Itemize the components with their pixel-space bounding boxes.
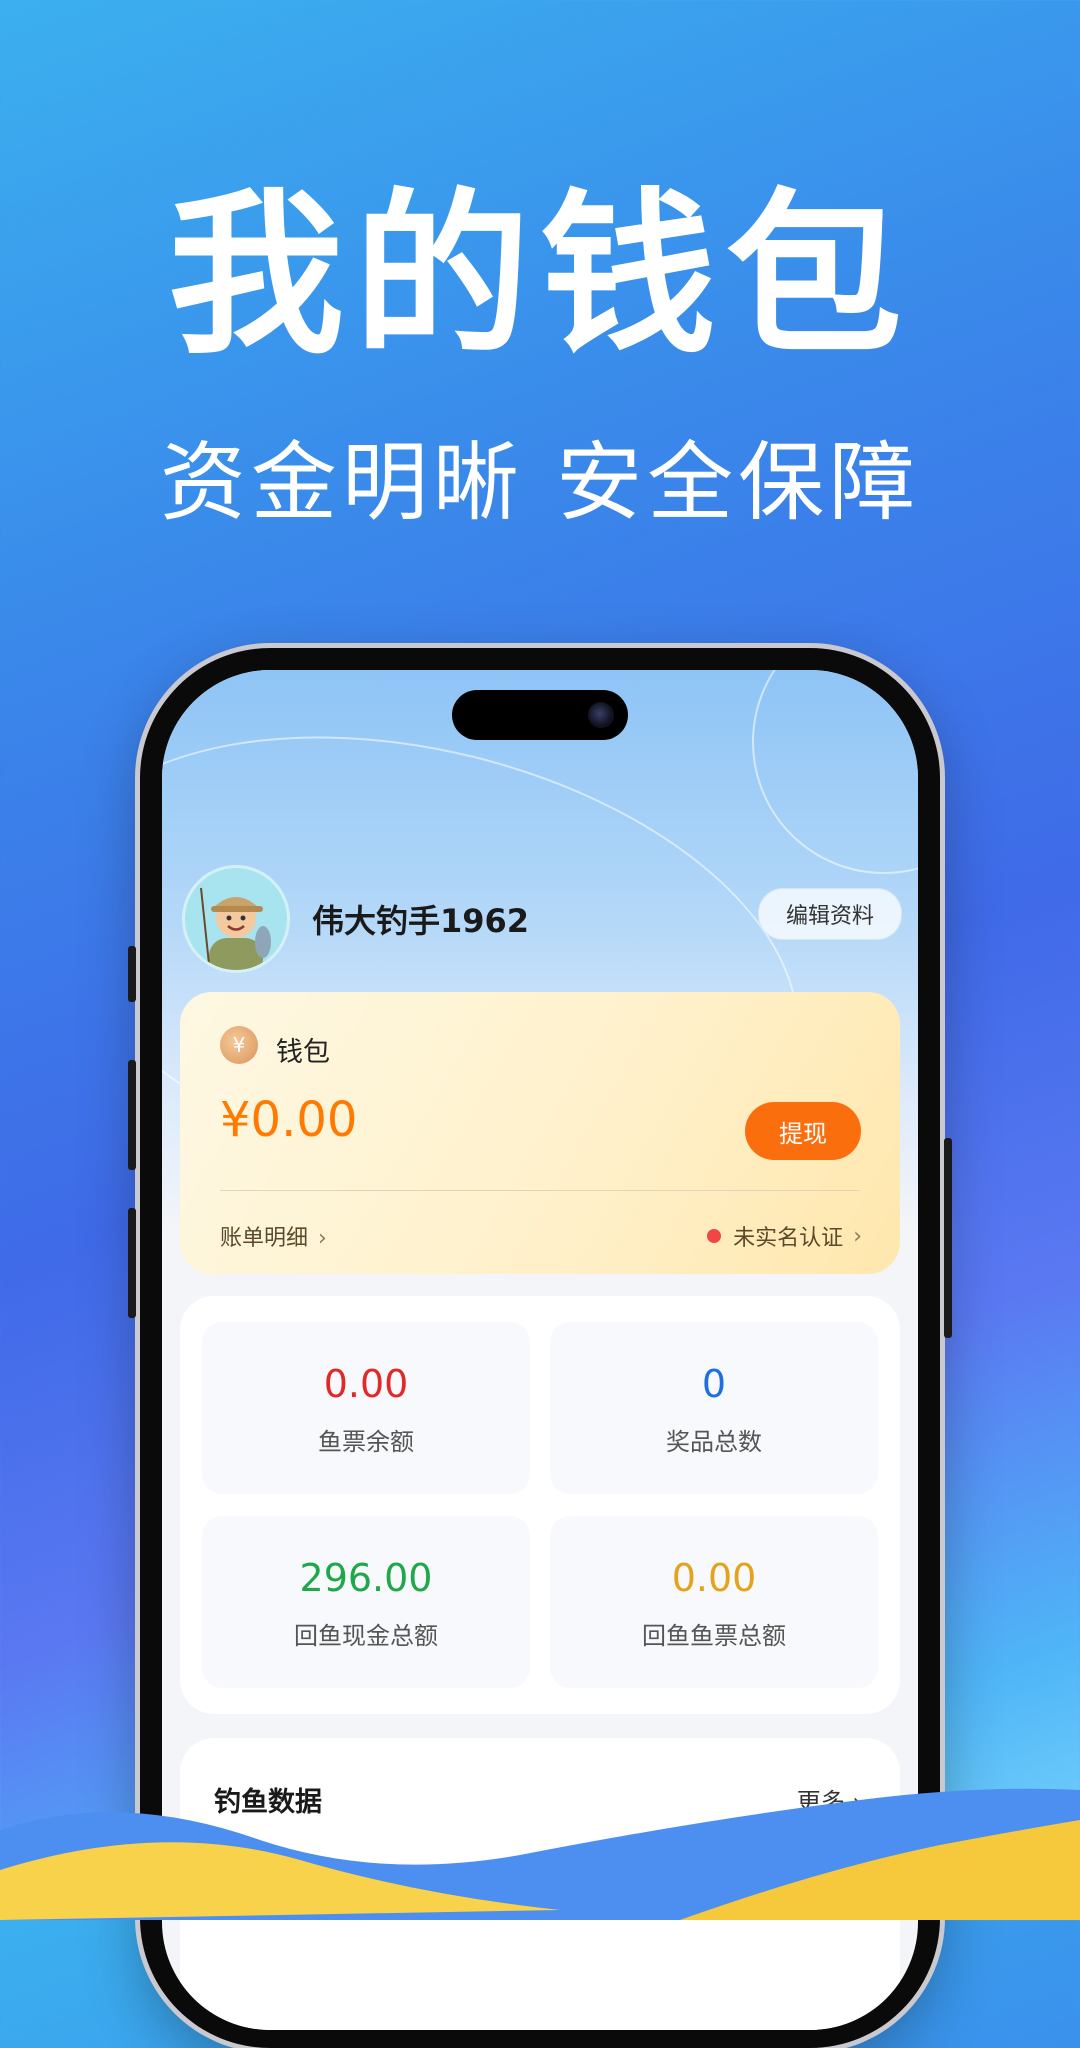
stat-prize-total[interactable]: 0 奖品总数: [550, 1322, 878, 1494]
alert-dot-icon: [707, 1229, 722, 1243]
promo-subtitle: 资金明晰 安全保障: [159, 433, 921, 533]
username: 伟大钓手1962: [312, 902, 530, 940]
edit-profile-button[interactable]: 编辑资料: [758, 888, 902, 940]
stat-cash-return-total[interactable]: 296.00 回鱼现金总额: [202, 1516, 530, 1688]
stat-value: 0.00: [323, 1362, 409, 1406]
bill-details-label: 账单明细: [220, 1226, 309, 1251]
stat-ticket-return-total[interactable]: 0.00 回鱼鱼票总额: [550, 1516, 878, 1688]
verification-link[interactable]: 未实名认证 ›: [707, 1220, 862, 1252]
stat-label: 鱼票余额: [318, 1428, 414, 1456]
phone-side-button: [128, 1060, 136, 1170]
decor-hills: [0, 1788, 1080, 1920]
stat-label: 回鱼鱼票总额: [642, 1622, 786, 1650]
wallet-label: 钱包: [276, 1037, 330, 1068]
fisherman-avatar-icon: [185, 868, 287, 970]
chevron-right-icon: ›: [318, 1226, 327, 1251]
bill-details-link[interactable]: 账单明细 ›: [220, 1220, 327, 1252]
stats-card: 0.00 鱼票余额 0 奖品总数 296.00 回鱼现金总额 0.00 回鱼鱼票…: [180, 1296, 900, 1714]
stat-label: 奖品总数: [666, 1428, 762, 1456]
phone-side-button: [944, 1138, 952, 1338]
avatar[interactable]: [182, 865, 290, 973]
verification-status: 未实名认证: [733, 1226, 844, 1251]
divider: [220, 1190, 860, 1191]
chevron-right-icon: ›: [853, 1223, 862, 1249]
wallet-balance: ¥0.00: [220, 1092, 358, 1148]
phone-side-button: [128, 1208, 136, 1318]
camera-icon: [588, 702, 614, 728]
stat-fish-ticket-balance[interactable]: 0.00 鱼票余额: [202, 1322, 530, 1494]
stat-value: 0: [701, 1362, 727, 1406]
phone-side-button: [128, 946, 136, 1002]
coin-icon: ¥: [220, 1026, 258, 1064]
withdraw-button[interactable]: 提现: [745, 1102, 861, 1160]
stat-value: 296.00: [299, 1556, 433, 1600]
stat-value: 0.00: [671, 1556, 757, 1600]
wallet-card: ¥ 钱包 ¥0.00 提现 账单明细 › 未实名认证 ›: [180, 992, 900, 1274]
promo-title: 我的钱包: [167, 173, 912, 378]
dynamic-island: [452, 690, 628, 740]
stat-label: 回鱼现金总额: [294, 1622, 438, 1650]
